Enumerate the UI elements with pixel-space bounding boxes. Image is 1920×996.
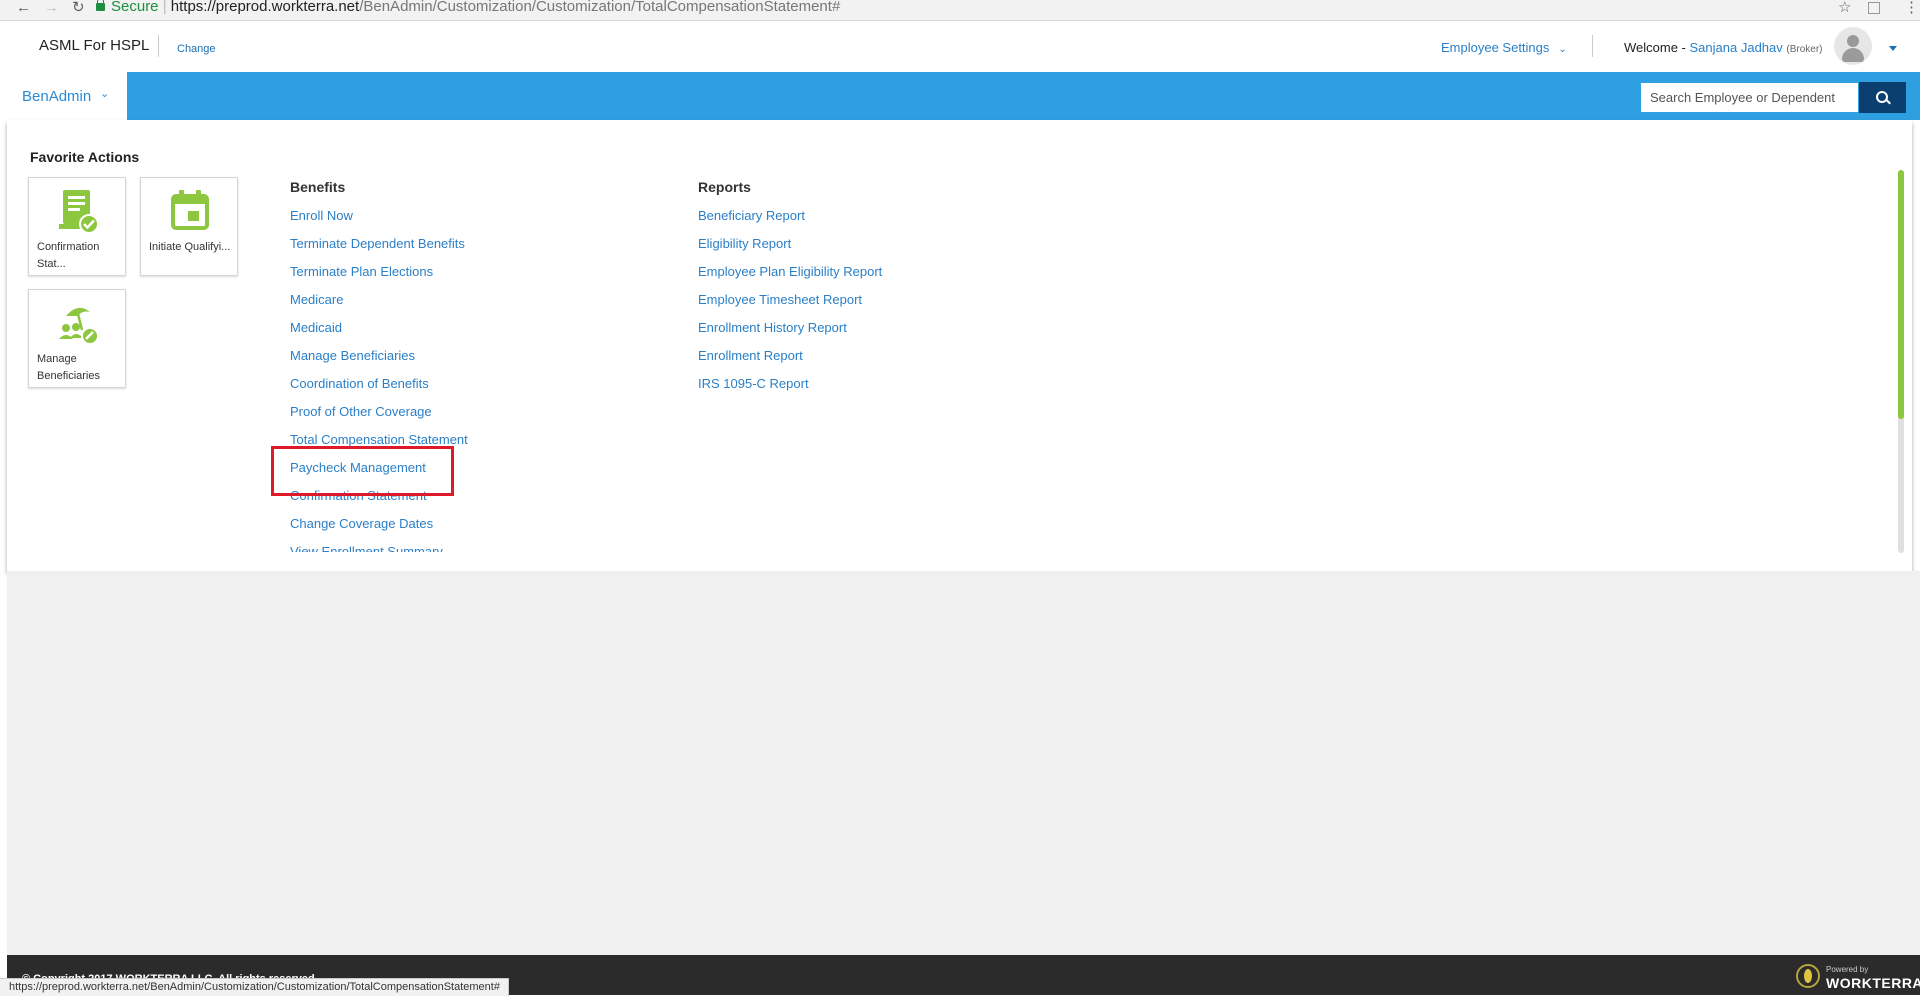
user-role: (Broker) (1786, 44, 1823, 55)
reload-icon[interactable]: ↻ (72, 0, 85, 18)
benefits-column-title: Benefits (290, 179, 346, 195)
employee-settings-label: Employee Settings (1441, 40, 1550, 55)
welcome-label: Welcome - (1624, 40, 1686, 55)
menu-link-enrollment-history-report[interactable]: Enrollment History Report (698, 320, 847, 335)
welcome-text: Welcome - Sanjana Jadhav (Broker) (1624, 40, 1823, 55)
reports-column-title: Reports (698, 179, 751, 195)
chevron-down-icon: ⌄ (100, 88, 110, 100)
bookmark-star-icon[interactable]: ☆ (1838, 0, 1851, 18)
favorite-tile-label: Manage Beneficiaries (37, 353, 100, 382)
search-button[interactable] (1859, 82, 1906, 113)
menu-link-total-compensation-statement[interactable]: Total Compensation Statement (290, 432, 468, 447)
benadmin-menu-panel: Favorite Actions Confirmation Stat... In… (7, 120, 1912, 571)
favorite-tile-initiate-qualifying-event[interactable]: Initiate Qualifyi... (140, 177, 238, 276)
secure-label: Secure (111, 0, 159, 15)
menu-link-coordination-of-benefits[interactable]: Coordination of Benefits (290, 376, 429, 391)
header-divider (1592, 35, 1593, 57)
employee-settings-dropdown[interactable]: Employee Settings ⌄ (1441, 40, 1567, 55)
employee-search-input[interactable] (1640, 82, 1859, 113)
browser-menu-icon[interactable]: ⋮ (1904, 0, 1919, 18)
favorite-tile-label: Confirmation Stat... (37, 241, 100, 270)
change-company-link[interactable]: Change (177, 43, 216, 55)
back-arrow-icon[interactable]: ← (16, 0, 31, 18)
menu-link-beneficiary-report[interactable]: Beneficiary Report (698, 208, 805, 223)
powered-by-label: Powered by (1826, 965, 1869, 974)
company-name: ASML For HSPL (39, 37, 150, 54)
menu-link-manage-beneficiaries[interactable]: Manage Beneficiaries (290, 348, 415, 363)
beneficiaries-icon (59, 307, 99, 345)
menu-link-eligibility-report[interactable]: Eligibility Report (698, 236, 791, 251)
calendar-icon (171, 190, 209, 230)
menu-link-change-coverage-dates[interactable]: Change Coverage Dates (290, 516, 433, 531)
caret-down-icon[interactable] (1889, 46, 1897, 51)
document-check-icon (59, 190, 99, 234)
menu-link-medicare[interactable]: Medicare (290, 292, 343, 307)
menu-link-employee-plan-eligibility-report[interactable]: Employee Plan Eligibility Report (698, 264, 882, 279)
favorite-tile-manage-beneficiaries[interactable]: Manage Beneficiaries (28, 289, 126, 388)
page-content-area (7, 571, 1920, 955)
chevron-down-icon: ⌄ (1558, 44, 1567, 55)
menu-link-terminate-plan-elections[interactable]: Terminate Plan Elections (290, 264, 433, 279)
favorite-tile-label: Initiate Qualifyi... (149, 241, 231, 253)
menu-link-enroll-now[interactable]: Enroll Now (290, 208, 353, 223)
menu-link-medicaid[interactable]: Medicaid (290, 320, 342, 335)
menu-link-enrollment-report[interactable]: Enrollment Report (698, 348, 803, 363)
module-nav-bar: BenAdmin ⌄ (0, 72, 1920, 120)
forward-arrow-icon[interactable]: → (44, 0, 59, 18)
menu-link-proof-of-other-coverage[interactable]: Proof of Other Coverage (290, 404, 432, 419)
highlight-box (271, 446, 454, 496)
menu-link-irs-1095c-report[interactable]: IRS 1095-C Report (698, 376, 809, 391)
user-name-link[interactable]: Sanjana Jadhav (1690, 40, 1783, 55)
browser-toolbar: ← → ↻ Secure | https://preprod.workterra… (0, 0, 1920, 21)
favorite-actions-title: Favorite Actions (30, 149, 140, 165)
workterra-brand: WORKTERRA (1826, 975, 1920, 991)
app-header: ASML For HSPL Change Employee Settings ⌄ … (0, 21, 1920, 72)
lock-icon (96, 0, 105, 11)
benadmin-menu-label: BenAdmin (22, 88, 92, 105)
workterra-logo-icon (1796, 964, 1820, 988)
user-avatar-icon[interactable] (1834, 27, 1872, 65)
address-bar[interactable]: Secure | https://preprod.workterra.net/B… (96, 0, 1836, 18)
url-path: /BenAdmin/Customization/Customization/To… (359, 0, 841, 15)
menu-link-terminate-dependent-benefits[interactable]: Terminate Dependent Benefits (290, 236, 465, 251)
extension-icon[interactable] (1868, 2, 1880, 14)
favorite-tile-confirmation-statement[interactable]: Confirmation Stat... (28, 177, 126, 276)
menu-scrollbar-thumb[interactable] (1898, 170, 1904, 419)
menu-link-employee-timesheet-report[interactable]: Employee Timesheet Report (698, 292, 862, 307)
header-divider (158, 35, 159, 57)
url-host: https://preprod.workterra.net (170, 0, 360, 15)
browser-status-url: https://preprod.workterra.net/BenAdmin/C… (0, 978, 509, 996)
benadmin-menu-tab[interactable]: BenAdmin ⌄ (0, 72, 127, 120)
